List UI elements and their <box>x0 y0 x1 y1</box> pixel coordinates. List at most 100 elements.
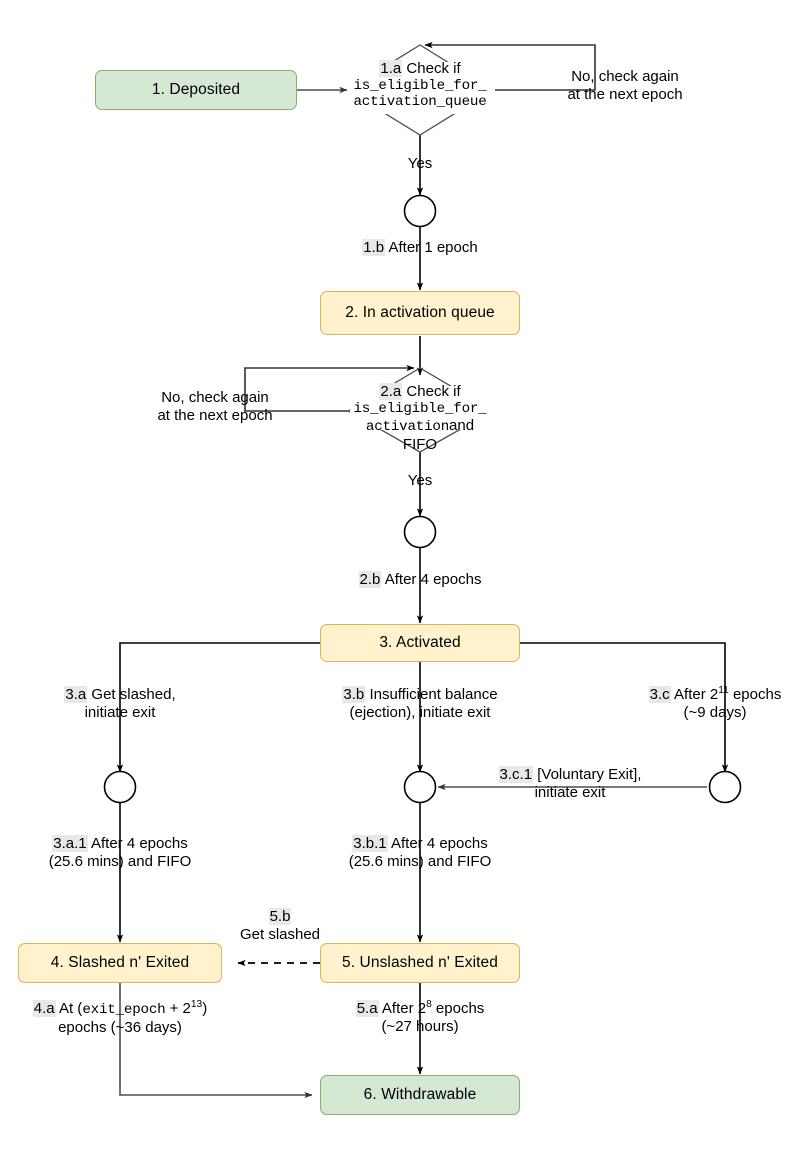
edge-4a-at: At ( <box>58 1000 83 1017</box>
edge-1b-text: After 1 epoch <box>388 239 478 256</box>
edge-4a-exponent: 13 <box>190 999 203 1010</box>
edge-4a-tag: 4.a <box>32 1000 56 1017</box>
connector-circle-3b <box>403 770 437 804</box>
edge-label-2b: 2.b After 4 epochs <box>300 571 540 589</box>
edge-label-4a: 4.a At (exit_epoch + 213) epochs (~36 da… <box>10 999 230 1038</box>
decision-1a-no-label: No, check again at the next epoch <box>545 68 705 105</box>
edge-3c-text2: (~9 days) <box>683 704 747 722</box>
node-activated[interactable]: 3. Activated <box>320 624 520 662</box>
decision-2a-line1: 2.a Check if <box>320 383 520 401</box>
no-line2-2a: at the next epoch <box>157 407 273 425</box>
edge-3c1-text1: [Voluntary Exit], <box>537 766 642 783</box>
edge-3b1-text2: (25.6 mins) and FIFO <box>348 853 492 871</box>
edge-label-5b: 5.b Get slashed <box>218 908 342 945</box>
edge-1b-tag: 1.b <box>362 239 386 256</box>
decision-1a-text: 1.a Check if is_eligible_for_ activation… <box>320 60 520 111</box>
edge-4a-close: ) <box>202 1000 208 1017</box>
decision-1a-line1: 1.a Check if <box>320 60 520 78</box>
connector-circle-3c <box>708 770 742 804</box>
edge-4a-code: exit_epoch <box>82 1002 166 1018</box>
edge-3a1-line1: 3.a.1 After 4 epochs <box>20 835 220 853</box>
node-withdrawable[interactable]: 6. Withdrawable <box>320 1075 520 1115</box>
edge-3c1-tag: 3.c.1 <box>498 766 534 783</box>
decision-2a-code2: activation <box>365 419 450 436</box>
edge-2b-tag: 2.b <box>358 571 382 588</box>
edge-3c-line1: 3.c After 211 epochs <box>620 685 810 704</box>
decision-1a-tag: 1.a <box>379 60 403 77</box>
edge-5b-tag-line: 5.b <box>218 908 342 926</box>
edge-5a-text2: (~27 hours) <box>381 1018 459 1036</box>
edge-3a-tag: 3.a <box>64 686 88 703</box>
decision-1a-yes-label: Yes <box>380 155 460 173</box>
edge-5a-post: epochs <box>431 1000 485 1017</box>
edge-3a-text1: Get slashed, <box>91 686 176 703</box>
edge-label-3c: 3.c After 211 epochs (~9 days) <box>620 685 810 723</box>
edge-3c1-line1: 3.c.1 [Voluntary Exit], <box>470 766 670 784</box>
edge-4a-line1: 4.a At (exit_epoch + 213) <box>10 999 230 1019</box>
yes-text-2a: Yes <box>407 472 433 489</box>
edge-3a-text2: initiate exit <box>84 704 156 722</box>
node-activation-queue[interactable]: 2. In activation queue <box>320 291 520 335</box>
decision-2a-yes-label: Yes <box>380 472 460 490</box>
decision-2a-line3: activationand <box>320 417 520 436</box>
connector-circle-2b <box>403 515 437 549</box>
node-deposited-label: 1. Deposited <box>151 81 241 98</box>
connector-circle-3a <box>103 770 137 804</box>
edge-3c-post: epochs <box>728 686 782 703</box>
edge-3b-line1: 3.b Insufficient balance <box>300 686 540 704</box>
edge-3b1-line1: 3.b.1 After 4 epochs <box>320 835 520 853</box>
edge-3a1-text1: After 4 epochs <box>90 835 188 852</box>
edge-3c1-text2: initiate exit <box>534 784 606 802</box>
edge-4a-plus: + 2 <box>165 1000 191 1017</box>
edge-4a-text2: epochs (~36 days) <box>58 1019 182 1037</box>
edge-5a-tag: 5.a <box>355 1000 379 1017</box>
connector-circle-1b <box>403 194 437 228</box>
node-unslashed-exited[interactable]: 5. Unslashed n' Exited <box>320 943 520 983</box>
yes-text-1a: Yes <box>407 155 433 172</box>
edge-3c-pre: After 2 <box>674 686 719 703</box>
no-line1-2a: No, check again <box>161 389 269 406</box>
edge-label-3b: 3.b Insufficient balance (ejection), ini… <box>300 686 540 723</box>
node-withdrawable-label: 6. Withdrawable <box>363 1086 477 1103</box>
edge-3c-exponent: 11 <box>718 685 729 696</box>
edge-5b-tag: 5.b <box>268 908 292 925</box>
decision-2a-no-label: No, check again at the next epoch <box>135 389 295 426</box>
decision-2a-code1: is_eligible_for_ <box>353 400 487 417</box>
decision-2a-and: and <box>449 417 475 435</box>
node-activation-queue-label: 2. In activation queue <box>345 304 495 321</box>
decision-1a-code1: is_eligible_for_ <box>353 77 487 94</box>
edge-label-3a1: 3.a.1 After 4 epochs (25.6 mins) and FIF… <box>20 835 220 872</box>
decision-2a-text: 2.a Check if is_eligible_for_ activation… <box>320 383 520 454</box>
decision-1a-code2: activation_queue <box>353 94 487 111</box>
edge-3b-text2: (ejection), initiate exit <box>349 704 491 722</box>
edge-5a-pre: After 2 <box>381 1000 427 1017</box>
edge-3b1-tag: 3.b.1 <box>352 835 388 852</box>
no-line2-1a: at the next epoch <box>567 86 683 104</box>
node-activated-label: 3. Activated <box>379 634 461 651</box>
edge-3b1-text1: After 4 epochs <box>390 835 488 852</box>
edge-2b-text: After 4 epochs <box>384 571 482 588</box>
edge-label-3a: 3.a Get slashed, initiate exit <box>20 686 220 723</box>
decision-2a-check-label: Check if <box>406 383 461 400</box>
decision-2a-fifo: FIFO <box>402 436 438 454</box>
diagram-canvas: 1. Deposited 2. In activation queue 3. A… <box>0 0 811 1171</box>
edge-5a-line1: 5.a After 28 epochs <box>320 999 520 1018</box>
decision-2a-tag: 2.a <box>379 383 403 400</box>
edge-3b-text1: Insufficient balance <box>369 686 498 703</box>
node-slashed-exited[interactable]: 4. Slashed n' Exited <box>18 943 222 983</box>
node-unslashed-exited-label: 5. Unslashed n' Exited <box>342 954 498 971</box>
edge-3b-tag: 3.b <box>342 686 366 703</box>
edge-5b-text1: Get slashed <box>239 926 321 944</box>
edge-label-3b1: 3.b.1 After 4 epochs (25.6 mins) and FIF… <box>320 835 520 872</box>
edge-label-5a: 5.a After 28 epochs (~27 hours) <box>320 999 520 1037</box>
edge-label-1b: 1.b After 1 epoch <box>300 239 540 257</box>
edge-label-3c1: 3.c.1 [Voluntary Exit], initiate exit <box>470 766 670 803</box>
no-line1-1a: No, check again <box>571 68 679 85</box>
edge-3a1-tag: 3.a.1 <box>52 835 88 852</box>
edge-3a1-text2: (25.6 mins) and FIFO <box>48 853 192 871</box>
node-slashed-exited-label: 4. Slashed n' Exited <box>50 954 190 971</box>
edge-3a-line1: 3.a Get slashed, <box>20 686 220 704</box>
edge-3c-tag: 3.c <box>648 686 671 703</box>
node-deposited[interactable]: 1. Deposited <box>95 70 297 110</box>
decision-1a-check-label: Check if <box>406 60 461 77</box>
